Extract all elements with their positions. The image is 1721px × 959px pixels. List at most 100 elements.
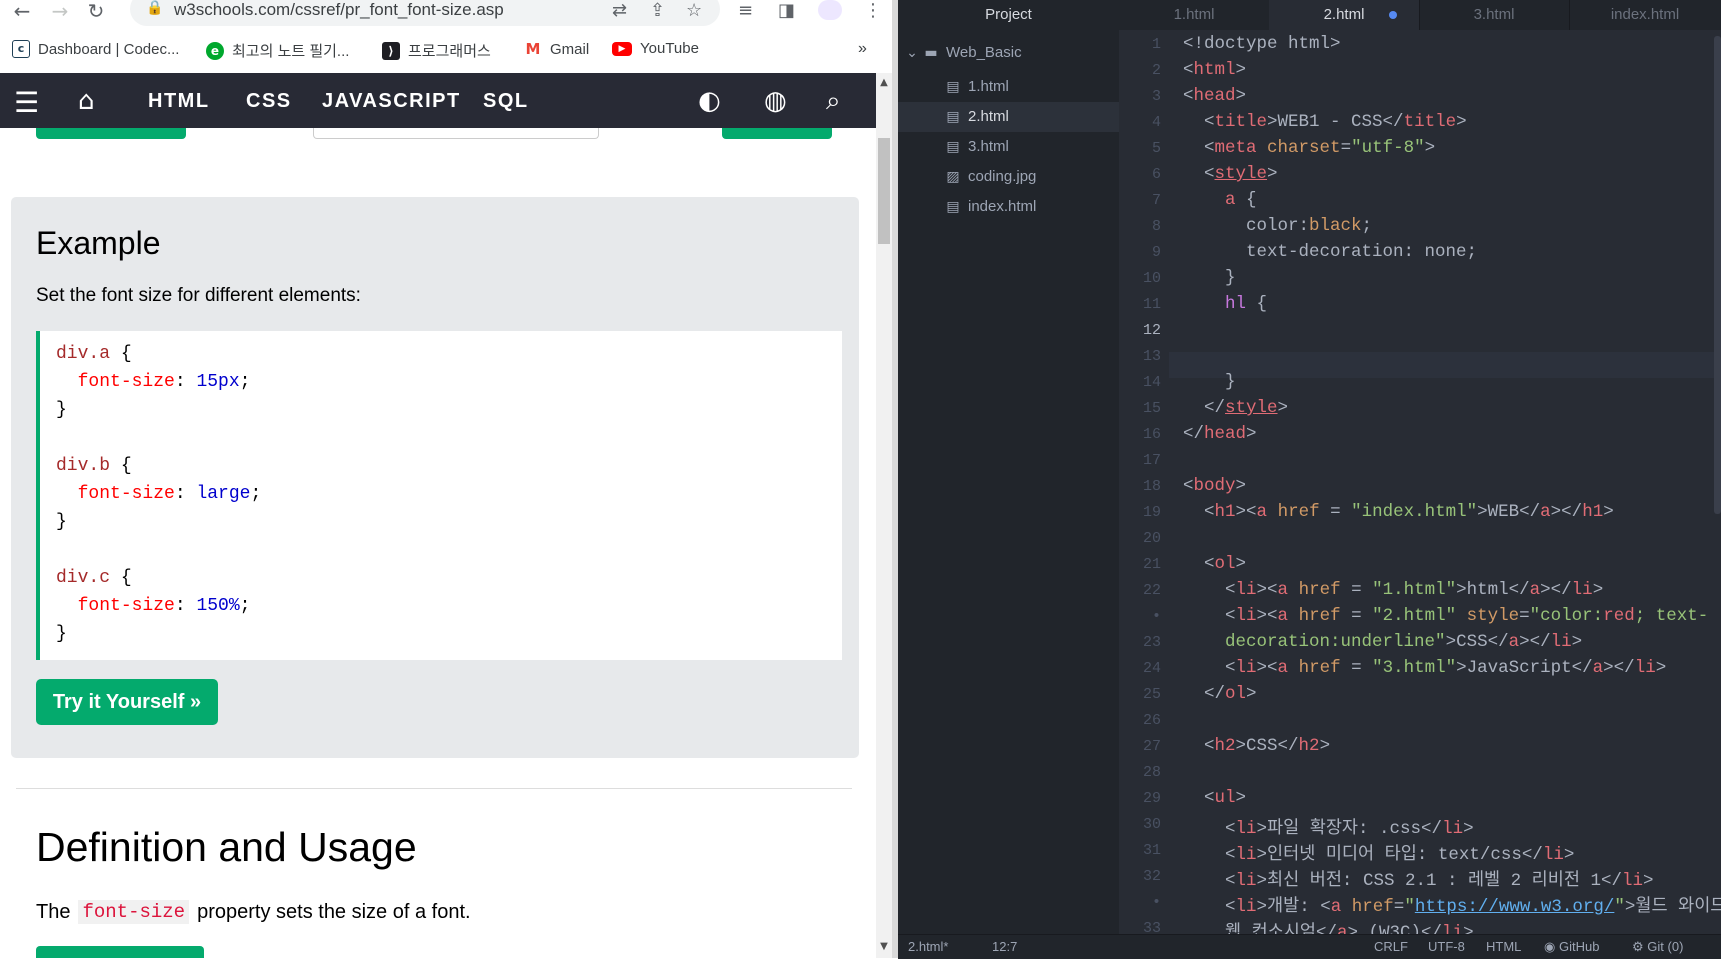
home-icon[interactable]: ⌂ [78, 86, 95, 116]
menu-kebab-icon[interactable]: ⋮ [864, 0, 882, 21]
next-button-stub[interactable] [722, 128, 832, 139]
github-label: GitHub [1558, 939, 1600, 954]
search-icon[interactable]: ⌕ [826, 86, 841, 117]
back-icon[interactable]: ← [8, 0, 36, 22]
line-number: 23 [1142, 634, 1161, 651]
tab-1-html[interactable]: 1.html [1119, 0, 1270, 30]
line-number: 26 [1142, 712, 1161, 729]
code-line: hl { [1225, 294, 1268, 314]
try-it-yourself-button[interactable]: Try it Yourself » [36, 679, 218, 725]
url-text[interactable]: w3schools.com/cssref/pr_font_font-size.a… [174, 0, 504, 20]
modified-indicator-icon [1389, 11, 1397, 19]
file-text-icon: ▤ [946, 109, 960, 125]
tab-3-html[interactable]: 3.html [1419, 0, 1570, 30]
bookmark-codecademy[interactable]: c Dashboard | Codec... [12, 40, 179, 58]
dark-mode-icon[interactable]: ◐ [698, 86, 721, 116]
bookmark-star-icon[interactable]: ☆ [686, 0, 702, 21]
code-property: font-size [77, 484, 175, 504]
code-editor-window: Project ⌄ ▬ Web_Basic ▤ 1.html ▤ 2.html ▤ 3.h… [898, 0, 1721, 959]
line-number: 13 [1142, 348, 1161, 365]
status-file[interactable]: 2.html* [908, 939, 948, 954]
scroll-down-arrow-icon[interactable]: ▼ [876, 941, 892, 953]
status-encoding[interactable]: UTF-8 [1428, 939, 1465, 954]
share-icon[interactable]: ⇪ [650, 0, 665, 21]
tree-file-2-html[interactable]: ▤ 2.html [898, 102, 1119, 132]
bookmark-evernote[interactable]: e 최고의 노트 필기... [206, 40, 349, 61]
bookmarks-overflow-button[interactable]: » [858, 40, 867, 58]
line-number: 6 [1151, 166, 1161, 183]
tree-header[interactable]: Project [898, 0, 1119, 30]
line-number: 3 [1151, 88, 1161, 105]
tree-folder-web-basic[interactable]: ⌄ ▬ Web_Basic [898, 38, 1127, 68]
git-icon: ⚙ [1632, 939, 1644, 954]
line-number: 29 [1142, 790, 1161, 807]
profile-avatar[interactable] [818, 0, 842, 20]
globe-icon[interactable]: ◍ [764, 86, 787, 116]
code-line: a { [1225, 190, 1257, 210]
page-scrollbar[interactable]: ▲ ▼ [876, 73, 892, 958]
code-line: div.c { [56, 568, 132, 588]
bookmark-gmail[interactable]: M Gmail [524, 40, 589, 58]
bookmark-youtube[interactable]: ▶ YouTube [612, 40, 699, 57]
programmers-icon: ⟩ [382, 41, 400, 60]
media-icon[interactable]: ≡ [738, 0, 753, 21]
button-stub[interactable] [36, 946, 204, 958]
code-line: } [56, 624, 67, 644]
line-number: 4 [1151, 114, 1161, 131]
input-stub[interactable] [313, 128, 599, 139]
scroll-thumb[interactable] [878, 138, 890, 244]
address-bar[interactable]: 🔒 w3schools.com/cssref/pr_font_font-size… [130, 0, 720, 26]
line-number: 16 [1142, 426, 1161, 443]
line-number: 15 [1142, 400, 1161, 417]
file-text-icon: ▤ [946, 199, 960, 215]
code-line: div.a { [56, 344, 132, 364]
lock-icon[interactable]: 🔒 [146, 0, 163, 16]
nav-html[interactable]: HTML [148, 90, 210, 113]
side-panel-icon[interactable]: ◨ [778, 0, 795, 21]
github-icon: ◉ [1544, 939, 1556, 954]
hamburger-menu-icon[interactable]: ☰ [14, 86, 39, 119]
status-cursor[interactable]: 12:7 [992, 939, 1017, 954]
scroll-up-arrow-icon[interactable]: ▲ [876, 77, 892, 89]
file-label: 2.html [968, 108, 1009, 125]
divider [16, 788, 852, 789]
status-git[interactable]: ⚙ Git (0) [1632, 939, 1683, 955]
bookmark-programmers[interactable]: ⟩ 프로그래머스 [382, 40, 491, 61]
code-selector: div.a [56, 344, 111, 364]
page-content: Example Set the font size for different … [0, 128, 876, 958]
code-value: 150% [196, 596, 240, 616]
reload-icon[interactable]: ↻ [82, 0, 110, 22]
nav-javascript[interactable]: JAVASCRIPT [322, 90, 461, 113]
code-line: <style> [1183, 164, 1278, 184]
line-number: 31 [1142, 842, 1161, 859]
nav-css[interactable]: CSS [246, 90, 292, 113]
code-line: <title>WEB1 - CSS</title> [1183, 112, 1467, 132]
translate-icon[interactable]: ⇄ [612, 0, 627, 21]
code-line: </head> [1183, 424, 1257, 444]
line-number: 8 [1151, 218, 1161, 235]
tab-index-html[interactable]: index.html [1569, 0, 1721, 30]
status-line-ending[interactable]: CRLF [1374, 939, 1408, 954]
code-line: <ol> [1183, 554, 1247, 574]
editor-scrollbar[interactable] [1714, 36, 1721, 514]
definition-title: Definition and Usage [36, 824, 417, 870]
prev-button-stub[interactable] [36, 128, 186, 139]
status-bar: 2.html* 12:7 CRLF UTF-8 HTML ◉ GitHub ⚙ … [898, 934, 1721, 959]
bookmarks-bar: c Dashboard | Codec... e 최고의 노트 필기... ⟩ … [0, 34, 898, 66]
nav-sql[interactable]: SQL [483, 90, 529, 113]
status-grammar[interactable]: HTML [1486, 939, 1521, 954]
code-line: font-size: 150%; [77, 596, 251, 616]
editor-tabs: 1.html 2.html 3.html index.html [1119, 0, 1721, 30]
code-line: } [56, 400, 67, 420]
project-tree: Project ⌄ ▬ Web_Basic ▤ 1.html ▤ 2.html ▤ 3.h… [898, 0, 1120, 934]
code-property: font-size [77, 596, 175, 616]
code-line: 웹 컨소시엄</a> (W3C)</li> [1183, 923, 1474, 934]
status-github[interactable]: ◉ GitHub [1544, 939, 1599, 955]
code-area[interactable]: <!doctype html> <html> <head> <title>WEB… [1169, 30, 1721, 934]
code-line: <li>파일 확장자: .css</li> [1183, 819, 1474, 839]
line-number: 32 [1142, 868, 1161, 885]
line-number: 10 [1142, 270, 1161, 287]
tab-2-html[interactable]: 2.html [1269, 0, 1420, 30]
forward-icon[interactable]: → [46, 0, 74, 22]
